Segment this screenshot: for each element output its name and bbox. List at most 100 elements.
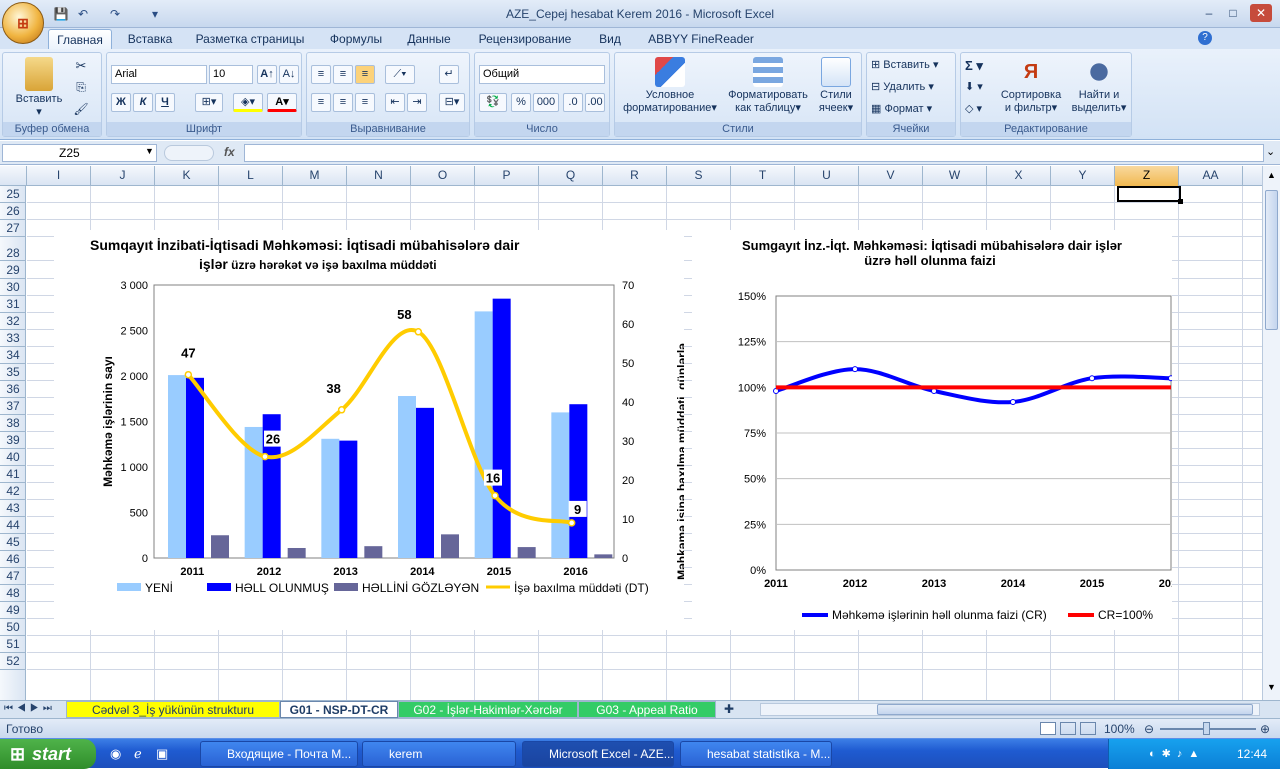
column-header-n[interactable]: N (347, 166, 411, 186)
row-header-28[interactable]: 28 (0, 237, 26, 261)
row-header-47[interactable]: 47 (0, 568, 26, 585)
tab-page-layout[interactable]: Разметка страницы (190, 29, 310, 50)
format-cells-button[interactable]: ▦ Формат ▾ (871, 103, 932, 116)
tab-view[interactable]: Вид (590, 29, 630, 50)
sheet-tab-3[interactable]: G02 - İşlər-Hakimlər-Xərclər (398, 701, 578, 718)
tab-data[interactable]: Данные (398, 29, 460, 50)
column-header-w[interactable]: W (923, 166, 987, 186)
minimize-icon[interactable]: – (1198, 4, 1220, 22)
task-excel[interactable]: Microsoft Excel - AZE... (522, 741, 674, 767)
italic-button[interactable]: К (133, 93, 153, 112)
borders-button[interactable]: ⊞▾ (195, 93, 223, 112)
row-header-50[interactable]: 50 (0, 619, 26, 636)
copy-icon[interactable]: ⎘ (73, 81, 89, 94)
sheet-tab-1[interactable]: Cədvəl 3_İş yükünün strukturu (66, 701, 280, 718)
column-header-x[interactable]: X (987, 166, 1051, 186)
orientation-icon[interactable]: ⟋▾ (385, 65, 415, 84)
column-header-p[interactable]: P (475, 166, 539, 186)
undo-icon[interactable]: ↶ (74, 5, 92, 23)
column-header-aa[interactable]: AA (1179, 166, 1243, 186)
increase-indent-icon[interactable]: ⇥ (407, 93, 427, 112)
row-header-26[interactable]: 26 (0, 203, 26, 220)
tab-abbyy[interactable]: ABBYY FineReader 12 (640, 29, 762, 66)
vertical-scrollbar[interactable]: ▲ ▼ (1262, 166, 1280, 700)
vertical-scroll-thumb[interactable] (1265, 190, 1278, 330)
column-header-j[interactable]: J (91, 166, 155, 186)
row-header-45[interactable]: 45 (0, 534, 26, 551)
row-header-43[interactable]: 43 (0, 500, 26, 517)
column-header-k[interactable]: K (155, 166, 219, 186)
row-header-44[interactable]: 44 (0, 517, 26, 534)
name-box-dropdown-icon[interactable]: ▼ (145, 146, 154, 156)
row-header-31[interactable]: 31 (0, 296, 26, 313)
close-icon[interactable]: ✕ (1250, 4, 1272, 22)
merge-center-icon[interactable]: ⊟▾ (439, 93, 465, 112)
row-header-40[interactable]: 40 (0, 449, 26, 466)
cut-icon[interactable]: ✂ (73, 59, 89, 72)
tray-icons[interactable]: ◐✱♪▲ (1149, 747, 1205, 760)
row-header-25[interactable]: 25 (0, 186, 26, 203)
row-header-36[interactable]: 36 (0, 381, 26, 398)
scroll-down-icon[interactable]: ▼ (1264, 682, 1279, 696)
selected-cell[interactable] (1117, 186, 1181, 202)
expand-formula-icon[interactable]: ⌄ (1266, 145, 1275, 158)
column-header-o[interactable]: O (411, 166, 475, 186)
cell-styles-button[interactable]: Стили ячеек▾ (813, 57, 859, 115)
bold-button[interactable]: Ж (111, 93, 131, 112)
start-button[interactable]: ⊞ start (0, 739, 96, 769)
format-painter-icon[interactable]: 🖌 (73, 103, 89, 116)
font-size-combo[interactable]: 10 (209, 65, 253, 84)
grow-font-button[interactable]: A↑ (257, 65, 277, 84)
chart-clearance-rate[interactable]: Sumgayıt İnz.-İqt. Məhkəməsi: İqtisadi m… (692, 230, 1183, 630)
row-header-52[interactable]: 52 (0, 653, 26, 670)
column-header-s[interactable]: S (667, 166, 731, 186)
task-folder[interactable]: kerem (362, 741, 516, 767)
row-header-51[interactable]: 51 (0, 636, 26, 653)
zoom-out-icon[interactable]: ⊖ (1144, 722, 1154, 736)
sheet-tab-active[interactable]: G01 - NSP-DT-CR (280, 701, 398, 718)
row-header-34[interactable]: 34 (0, 347, 26, 364)
find-select-button[interactable]: Найти и выделить▾ (1069, 57, 1129, 115)
column-header-y[interactable]: Y (1051, 166, 1115, 186)
tab-insert[interactable]: Вставка (120, 29, 180, 50)
font-name-combo[interactable]: Arial (111, 65, 207, 84)
fill-icon[interactable]: ⬇ ▾ (965, 81, 983, 94)
insert-function-icon[interactable]: fx (224, 145, 235, 159)
format-as-table-button[interactable]: Форматировать как таблицу▾ (723, 57, 813, 115)
column-header-r[interactable]: R (603, 166, 667, 186)
row-header-27[interactable]: 27 (0, 220, 26, 237)
column-header-m[interactable]: M (283, 166, 347, 186)
horizontal-scroll-thumb[interactable] (877, 704, 1253, 715)
task-mail[interactable]: Входящие - Почта М... (200, 741, 358, 767)
chart-case-movement[interactable]: Sumqayıt İnzibati-İqtisadi Məhkəməsi: İq… (54, 230, 689, 630)
align-bottom-icon[interactable]: ≡ (355, 65, 375, 84)
select-all-corner[interactable] (0, 166, 27, 186)
help-icon[interactable]: ? (1198, 31, 1212, 45)
row-header-37[interactable]: 37 (0, 398, 26, 415)
zoom-level[interactable]: 100% (1104, 722, 1135, 736)
row-header-39[interactable]: 39 (0, 432, 26, 449)
normal-view-icon[interactable] (1040, 722, 1056, 735)
page-layout-view-icon[interactable] (1060, 722, 1076, 735)
qat-customize-icon[interactable]: ▾ (146, 5, 164, 23)
row-header-42[interactable]: 42 (0, 483, 26, 500)
horizontal-scrollbar[interactable] (760, 703, 1260, 716)
conditional-formatting-button[interactable]: Условное форматирование▾ (617, 57, 723, 115)
align-center-icon[interactable]: ≡ (333, 93, 353, 112)
fill-color-button[interactable]: ◈▾ (233, 93, 263, 112)
desktop-icon[interactable]: ▣ (156, 746, 168, 762)
column-header-t[interactable]: T (731, 166, 795, 186)
clear-icon[interactable]: ◇ ▾ (965, 103, 982, 116)
page-break-view-icon[interactable] (1080, 722, 1096, 735)
maximize-icon[interactable]: □ (1222, 4, 1244, 22)
row-header-30[interactable]: 30 (0, 279, 26, 296)
column-header-u[interactable]: U (795, 166, 859, 186)
fill-handle[interactable] (1178, 199, 1183, 204)
decrease-decimal-icon[interactable]: .00 (585, 93, 605, 112)
column-header-q[interactable]: Q (539, 166, 603, 186)
align-left-icon[interactable]: ≡ (311, 93, 331, 112)
row-header-29[interactable]: 29 (0, 261, 26, 279)
font-color-button[interactable]: A▾ (267, 93, 297, 112)
align-middle-icon[interactable]: ≡ (333, 65, 353, 84)
name-box[interactable]: Z25 (2, 144, 157, 162)
